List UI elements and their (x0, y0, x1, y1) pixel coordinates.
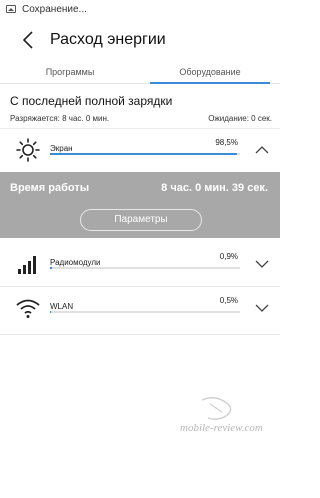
usage-label: Экран (50, 144, 73, 153)
detail-panel: Время работы 8 час. 0 мин. 39 сек. Парам… (0, 172, 280, 238)
tab-programs[interactable]: Программы (0, 62, 140, 83)
chevron-down-icon[interactable] (254, 256, 270, 272)
usage-label: WLAN (50, 302, 74, 311)
usage-percent: 98,5% (215, 138, 238, 147)
usage-body: WLAN 0,5% (50, 296, 240, 314)
usage-body: Радиомодули 0,9% (50, 252, 240, 270)
discharging-text: Разряжается: 8 час. 0 мин. (10, 114, 110, 123)
usage-bar (50, 267, 240, 269)
usage-bar (50, 153, 240, 155)
signal-bars-icon (14, 250, 42, 278)
usage-body: Экран 98,5% (50, 138, 240, 156)
image-notification-icon (6, 5, 16, 13)
watermark-logo-icon (196, 396, 236, 422)
divider (0, 286, 280, 287)
chevron-down-icon[interactable] (254, 300, 270, 316)
sun-icon (14, 136, 42, 164)
status-bar: Сохранение... (0, 0, 280, 18)
usage-bar (50, 311, 240, 313)
chevron-left-icon (22, 31, 33, 49)
page-title: Расход энергии (50, 31, 166, 48)
usage-bar-fill (50, 267, 52, 269)
status-text: Сохранение... (22, 3, 87, 15)
usage-bar-fill (50, 153, 238, 155)
usage-percent: 0,5% (219, 296, 238, 305)
usage-label: Радиомодули (50, 258, 101, 267)
usage-row-screen[interactable]: Экран 98,5% (0, 130, 280, 170)
section-title: С последней полной зарядки (10, 94, 173, 108)
back-button[interactable] (8, 20, 48, 60)
watermark-text: mobile-review.com (180, 422, 263, 434)
standby-text: Ожидание: 0 сек. (208, 114, 272, 123)
uptime-label: Время работы (10, 182, 90, 194)
usage-row-wlan[interactable]: WLAN 0,5% (0, 288, 280, 328)
divider (0, 128, 280, 129)
wifi-icon (14, 294, 42, 322)
app-header: Расход энергии (0, 20, 280, 60)
parameters-button[interactable]: Параметры (80, 209, 202, 231)
usage-row-radio[interactable]: Радиомодули 0,9% (0, 244, 280, 284)
tab-hardware[interactable]: Оборудование (140, 62, 280, 84)
meta-row: Разряжается: 8 час. 0 мин. Ожидание: 0 с… (10, 114, 272, 123)
usage-percent: 0,9% (219, 252, 238, 261)
uptime-value: 8 час. 0 мин. 39 сек. (161, 182, 268, 194)
tab-bar: Программы Оборудование (0, 62, 280, 84)
divider (0, 334, 280, 335)
usage-bar-fill (50, 311, 51, 313)
chevron-up-icon[interactable] (254, 142, 270, 158)
